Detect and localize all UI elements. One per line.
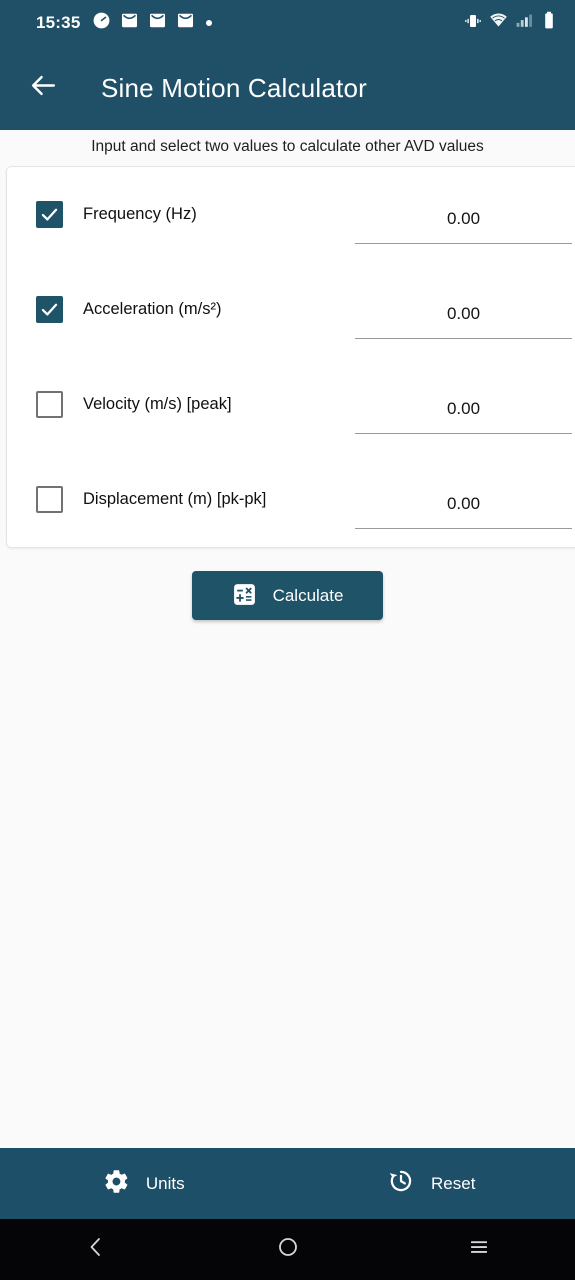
status-bar: 15:35 [0,0,575,46]
page-title: Sine Motion Calculator [101,72,367,103]
status-bar-left: 15:35 [36,11,213,35]
input-value-displacement: 0.00 [446,494,481,513]
calculator-icon [232,582,257,610]
input-field-displacement[interactable]: 0.00 [355,494,572,529]
battery-icon [541,11,557,35]
status-bar-right [464,11,557,35]
input-row-acceleration: Acceleration (m/s²) 0.00 [7,262,575,357]
input-row-displacement: Displacement (m) [pk-pk] 0.00 [7,452,575,547]
input-label-velocity: Velocity (m/s) [peak] [83,395,232,413]
mail-icon [120,11,139,35]
calculate-button-label: Calculate [272,585,344,605]
main-content: Input and select two values to calculate… [0,130,575,1148]
history-restore-icon [387,1167,415,1200]
app-screen: 15:35 Sine Motion Calculator Input and s… [0,0,575,1280]
android-nav-bar [0,1219,575,1280]
checkbox-frequency[interactable] [36,201,63,228]
units-button[interactable]: Units [0,1148,288,1219]
wifi-icon [489,11,508,35]
recents-menu-icon [467,1235,491,1264]
back-chevron-icon [84,1235,108,1264]
status-clock: 15:35 [36,13,81,32]
dot-icon [206,20,213,26]
input-label-frequency: Frequency (Hz) [83,205,197,223]
input-row-velocity: Velocity (m/s) [peak] 0.00 [7,357,575,452]
check-icon [41,303,58,316]
calculate-button[interactable]: Calculate [192,571,383,620]
nav-recents-button[interactable] [383,1219,575,1280]
checkbox-velocity[interactable] [36,391,63,418]
inputs-card: Frequency (Hz) 0.00 Acceleration (m/s²) … [6,166,575,548]
input-label-displacement: Displacement (m) [pk-pk] [83,490,267,508]
app-bar: Sine Motion Calculator [0,46,575,130]
checkbox-acceleration[interactable] [36,296,63,323]
mail-icon [176,11,195,35]
back-button[interactable] [12,57,74,119]
instructions-text: Input and select two values to calculate… [91,138,484,155]
back-arrow-icon [28,70,59,106]
input-value-acceleration: 0.00 [446,304,481,323]
reset-button[interactable]: Reset [288,1148,575,1219]
input-field-acceleration[interactable]: 0.00 [355,304,572,339]
bottom-action-bar: Units Reset [0,1148,575,1219]
input-value-frequency: 0.00 [446,209,481,228]
check-icon [41,208,58,221]
input-field-frequency[interactable]: 0.00 [355,209,572,244]
gear-icon [103,1168,130,1200]
vibrate-icon [464,12,482,35]
input-label-acceleration: Acceleration (m/s²) [83,300,222,318]
home-circle-icon [276,1235,300,1264]
clock-icon [92,11,111,35]
input-field-velocity[interactable]: 0.00 [355,399,572,434]
mail-icon [148,11,167,35]
reset-button-label: Reset [431,1173,476,1193]
units-button-label: Units [145,1173,185,1193]
checkbox-displacement[interactable] [36,486,63,513]
signal-icon [515,11,534,35]
input-row-frequency: Frequency (Hz) 0.00 [7,167,575,262]
nav-home-button[interactable] [192,1219,384,1280]
nav-back-button[interactable] [0,1219,192,1280]
input-value-velocity: 0.00 [446,399,481,418]
